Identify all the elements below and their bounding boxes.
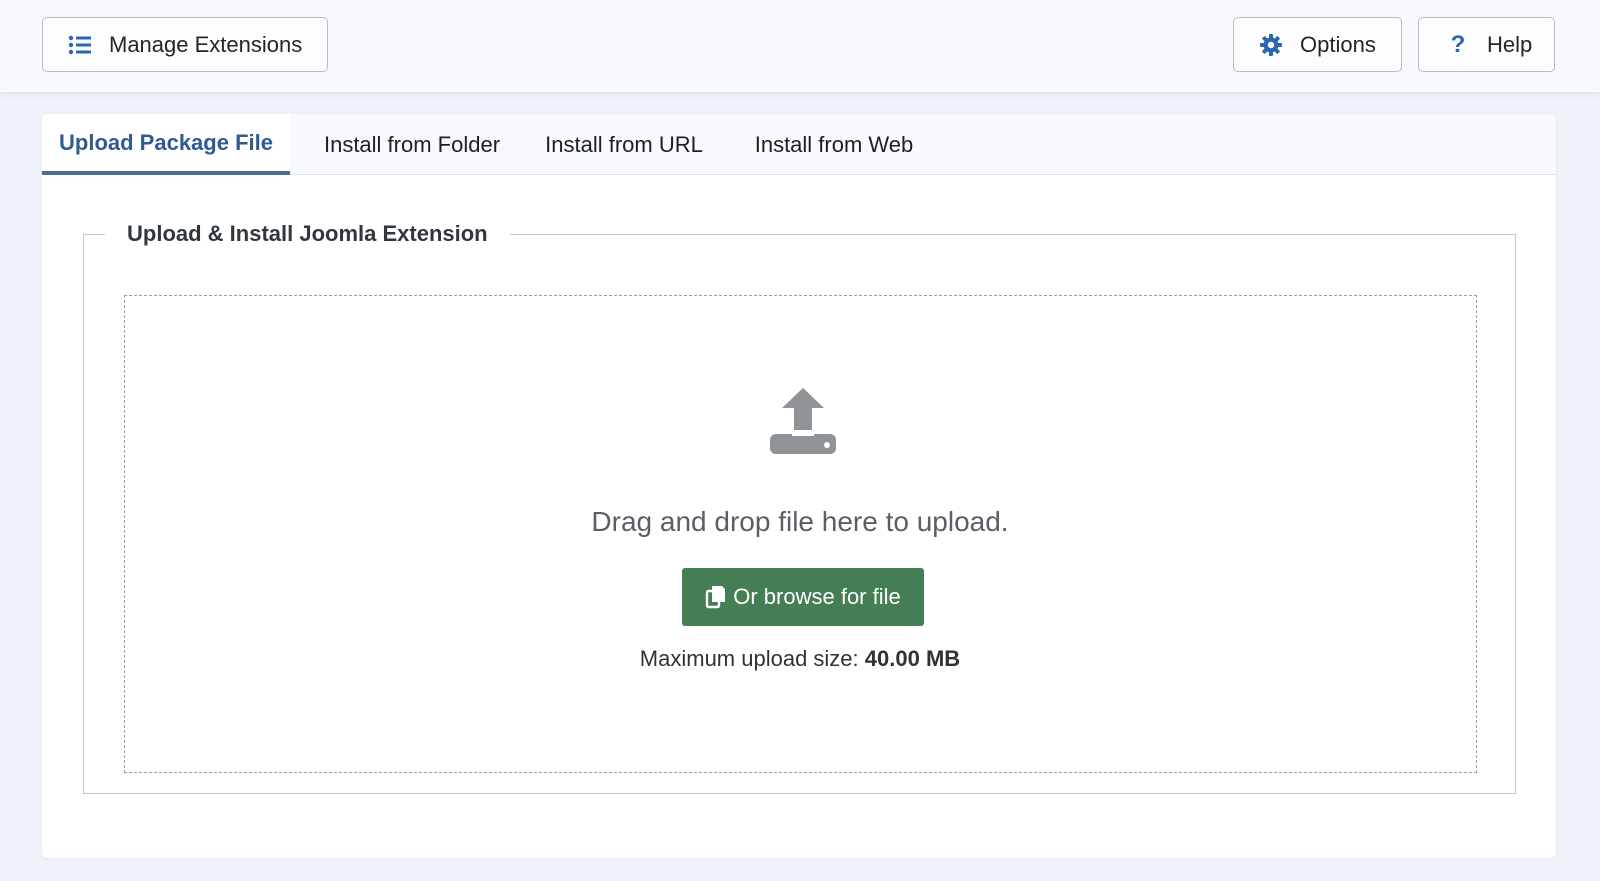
max-upload-size-value: 40.00 MB (864, 646, 961, 671)
options-label: Options (1300, 31, 1376, 57)
gear-icon (1258, 32, 1284, 58)
tab-install-from-web[interactable]: Install from Web (736, 114, 932, 175)
max-upload-size-label: Maximum upload size: (639, 646, 859, 671)
upload-dropzone[interactable]: Drag and drop file here to upload. Or br… (124, 295, 1477, 773)
options-button[interactable]: Options (1233, 17, 1402, 72)
help-label: Help (1487, 31, 1533, 57)
installer-tabs: Upload Package File Install from Folder … (42, 114, 1556, 175)
upload-legend: Upload & Install Joomla Extension (105, 218, 510, 250)
installer-card: Upload Package File Install from Folder … (42, 114, 1556, 858)
tab-upload-package-file[interactable]: Upload Package File (42, 114, 290, 175)
help-button[interactable]: ? Help (1418, 17, 1555, 72)
browse-file-button[interactable]: Or browse for file (682, 568, 924, 626)
manage-extensions-button[interactable]: Manage Extensions (42, 17, 328, 72)
tab-install-from-folder[interactable]: Install from Folder (312, 114, 512, 175)
question-icon: ? (1450, 30, 1466, 58)
upload-icon (770, 388, 836, 454)
tab-install-from-url[interactable]: Install from URL (534, 114, 714, 175)
max-upload-size: Maximum upload size: 40.00 MB (125, 646, 1475, 672)
browse-file-label: Or browse for file (733, 584, 901, 609)
list-icon (67, 32, 93, 58)
upload-fieldset: Upload & Install Joomla Extension Drag a… (83, 218, 1516, 794)
toolbar: Manage Extensions Options ? Help (0, 0, 1600, 92)
manage-extensions-label: Manage Extensions (109, 31, 303, 57)
copy-icon (705, 585, 727, 609)
drag-drop-text: Drag and drop file here to upload. (591, 506, 1009, 537)
